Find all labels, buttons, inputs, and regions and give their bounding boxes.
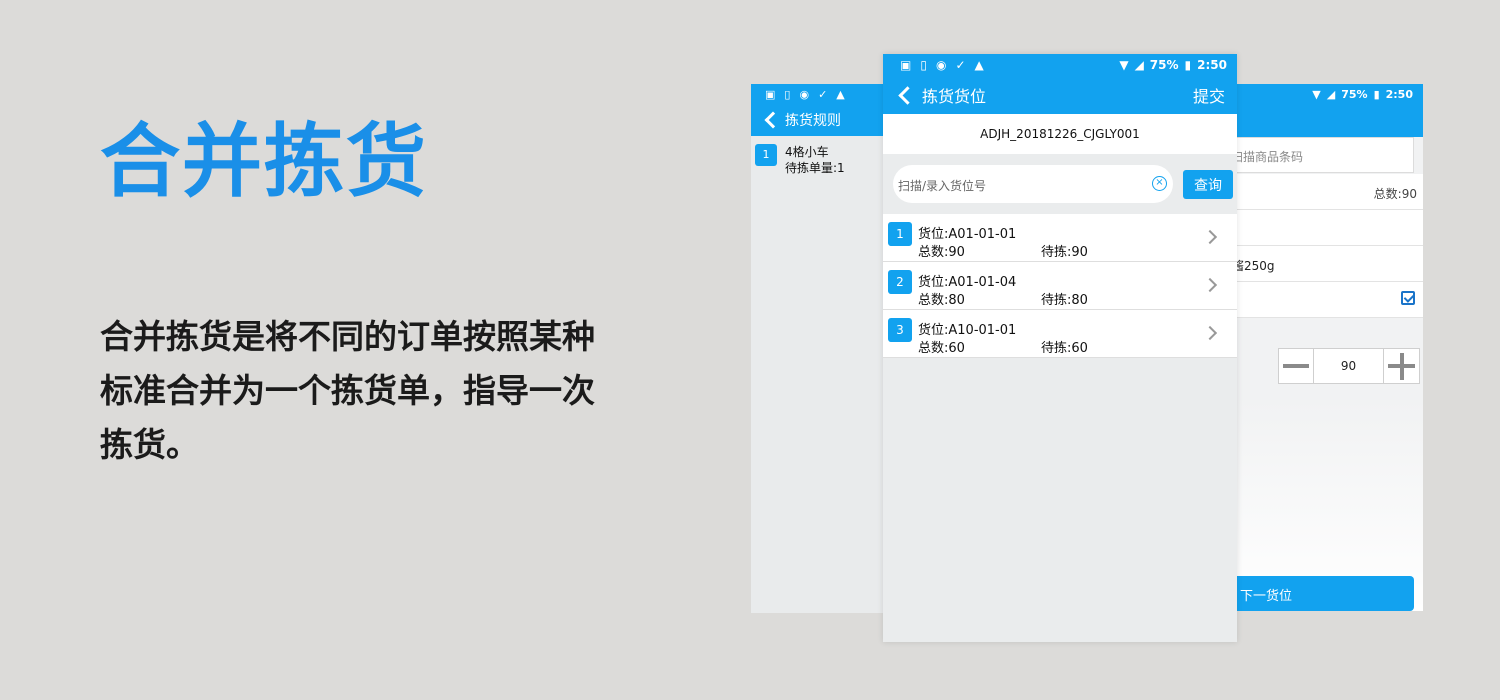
picking-location-screen: ▣ ▯ ◉ ✓ ▲ ▼ ◢ 75% ▮ 2:50 拣货货位 提交 ADJH_20… xyxy=(883,54,1237,642)
minus-icon xyxy=(1283,364,1309,368)
clear-icon[interactable]: × xyxy=(1152,176,1167,191)
status-bar: ▼ ◢ 75% ▮ 2:50 xyxy=(1210,84,1423,104)
index-badge: 1 xyxy=(888,222,912,246)
slot-total: 总数:80 xyxy=(918,293,965,308)
slot-pending: 待拣:80 xyxy=(1041,293,1088,308)
list-item[interactable]: 1 4格小车 待拣单量:1 xyxy=(755,144,845,176)
wifi-icon: ▼ xyxy=(1312,87,1321,101)
warning-icon: ▲ xyxy=(974,58,984,72)
total-count: 总数:90 xyxy=(1210,174,1423,210)
battery-level: 75% xyxy=(1341,87,1368,101)
slot-pending: 待拣:90 xyxy=(1041,245,1088,260)
slot-location: 货位:A01-01-01 xyxy=(918,227,1017,242)
clock: 2:50 xyxy=(1197,58,1227,72)
minus-button[interactable] xyxy=(1279,349,1314,383)
warning-icon: ▲ xyxy=(836,87,845,101)
check-icon: ✓ xyxy=(818,87,828,101)
index-badge: 3 xyxy=(888,318,912,342)
next-location-button[interactable]: 下一货位 xyxy=(1210,576,1414,611)
barcode-input[interactable]: 扫描商品条码 xyxy=(1210,137,1414,173)
sim-icon: ▯ xyxy=(920,58,927,72)
slot-location: 货位:A01-01-04 xyxy=(918,275,1017,290)
index-badge: 2 xyxy=(888,270,912,294)
search-bar: 扫描/录入货位号 × 查询 xyxy=(883,154,1237,214)
slot-total: 总数:60 xyxy=(918,341,965,356)
page-title: 拣货规则 xyxy=(785,113,841,129)
chevron-right-icon xyxy=(1202,277,1218,293)
query-button[interactable]: 查询 xyxy=(1183,170,1233,199)
battery-level: 75% xyxy=(1149,58,1179,72)
back-icon[interactable] xyxy=(764,111,782,129)
rule-pending: 待拣单量:1 xyxy=(785,161,845,175)
chevron-right-icon xyxy=(1202,325,1218,341)
location-search-input[interactable]: 扫描/录入货位号 × xyxy=(893,165,1173,203)
quantity-stepper: 90 xyxy=(1278,348,1420,384)
shield-icon: ◉ xyxy=(799,87,810,101)
signal-icon: ◢ xyxy=(1326,87,1336,101)
slot-location: 货位:A10-01-01 xyxy=(918,323,1017,338)
clock: 2:50 xyxy=(1385,87,1413,101)
checkbox[interactable] xyxy=(1401,291,1415,305)
order-number: ADJH_20181226_CJGLY001 xyxy=(883,114,1237,154)
quantity-input[interactable]: 90 xyxy=(1314,349,1384,383)
battery-icon: ▮ xyxy=(1184,58,1192,72)
back-icon[interactable] xyxy=(898,85,917,105)
page-title: 拣货货位 xyxy=(922,87,987,106)
list-item[interactable]: 2 货位:A01-01-04 总数:80 待拣:80 xyxy=(883,262,1237,310)
image-icon: ▣ xyxy=(900,58,912,72)
app-bar xyxy=(1210,104,1423,137)
index-badge: 1 xyxy=(755,144,777,166)
check-icon: ✓ xyxy=(955,58,966,72)
slot-total: 总数:90 xyxy=(918,245,965,260)
hero-description: 合并拣货是将不同的订单按照某种标准合并为一个拣货单，指导一次拣货。 xyxy=(100,317,595,464)
list-item[interactable]: 3 货位:A10-01-01 总数:60 待拣:60 xyxy=(883,310,1237,358)
rule-name: 4格小车 xyxy=(785,145,829,159)
submit-button[interactable]: 提交 xyxy=(1193,83,1225,107)
info-row xyxy=(1210,210,1423,246)
picking-detail-screen: ▼ ◢ 75% ▮ 2:50 扫描商品条码 总数:90 酱250g 90 下一货… xyxy=(1210,84,1423,611)
wifi-icon: ▼ xyxy=(1119,58,1129,72)
status-bar: ▣ ▯ ◉ ✓ ▲ ▼ ◢ 75% ▮ 2:50 xyxy=(883,54,1237,76)
product-name: 酱250g xyxy=(1210,246,1423,282)
shield-icon: ◉ xyxy=(935,58,947,72)
battery-icon: ▮ xyxy=(1373,87,1380,101)
plus-button[interactable] xyxy=(1384,349,1419,383)
signal-icon: ◢ xyxy=(1134,58,1144,72)
select-row[interactable] xyxy=(1210,282,1423,318)
app-bar: 拣货货位 提交 xyxy=(883,76,1237,114)
image-icon: ▣ xyxy=(765,87,776,101)
hero-title: 合并拣货 xyxy=(100,115,428,208)
search-placeholder: 扫描/录入货位号 xyxy=(898,179,987,193)
sim-icon: ▯ xyxy=(784,87,791,101)
chevron-right-icon xyxy=(1202,229,1218,245)
slot-pending: 待拣:60 xyxy=(1041,341,1088,356)
list-item[interactable]: 1 货位:A01-01-01 总数:90 待拣:90 xyxy=(883,214,1237,262)
